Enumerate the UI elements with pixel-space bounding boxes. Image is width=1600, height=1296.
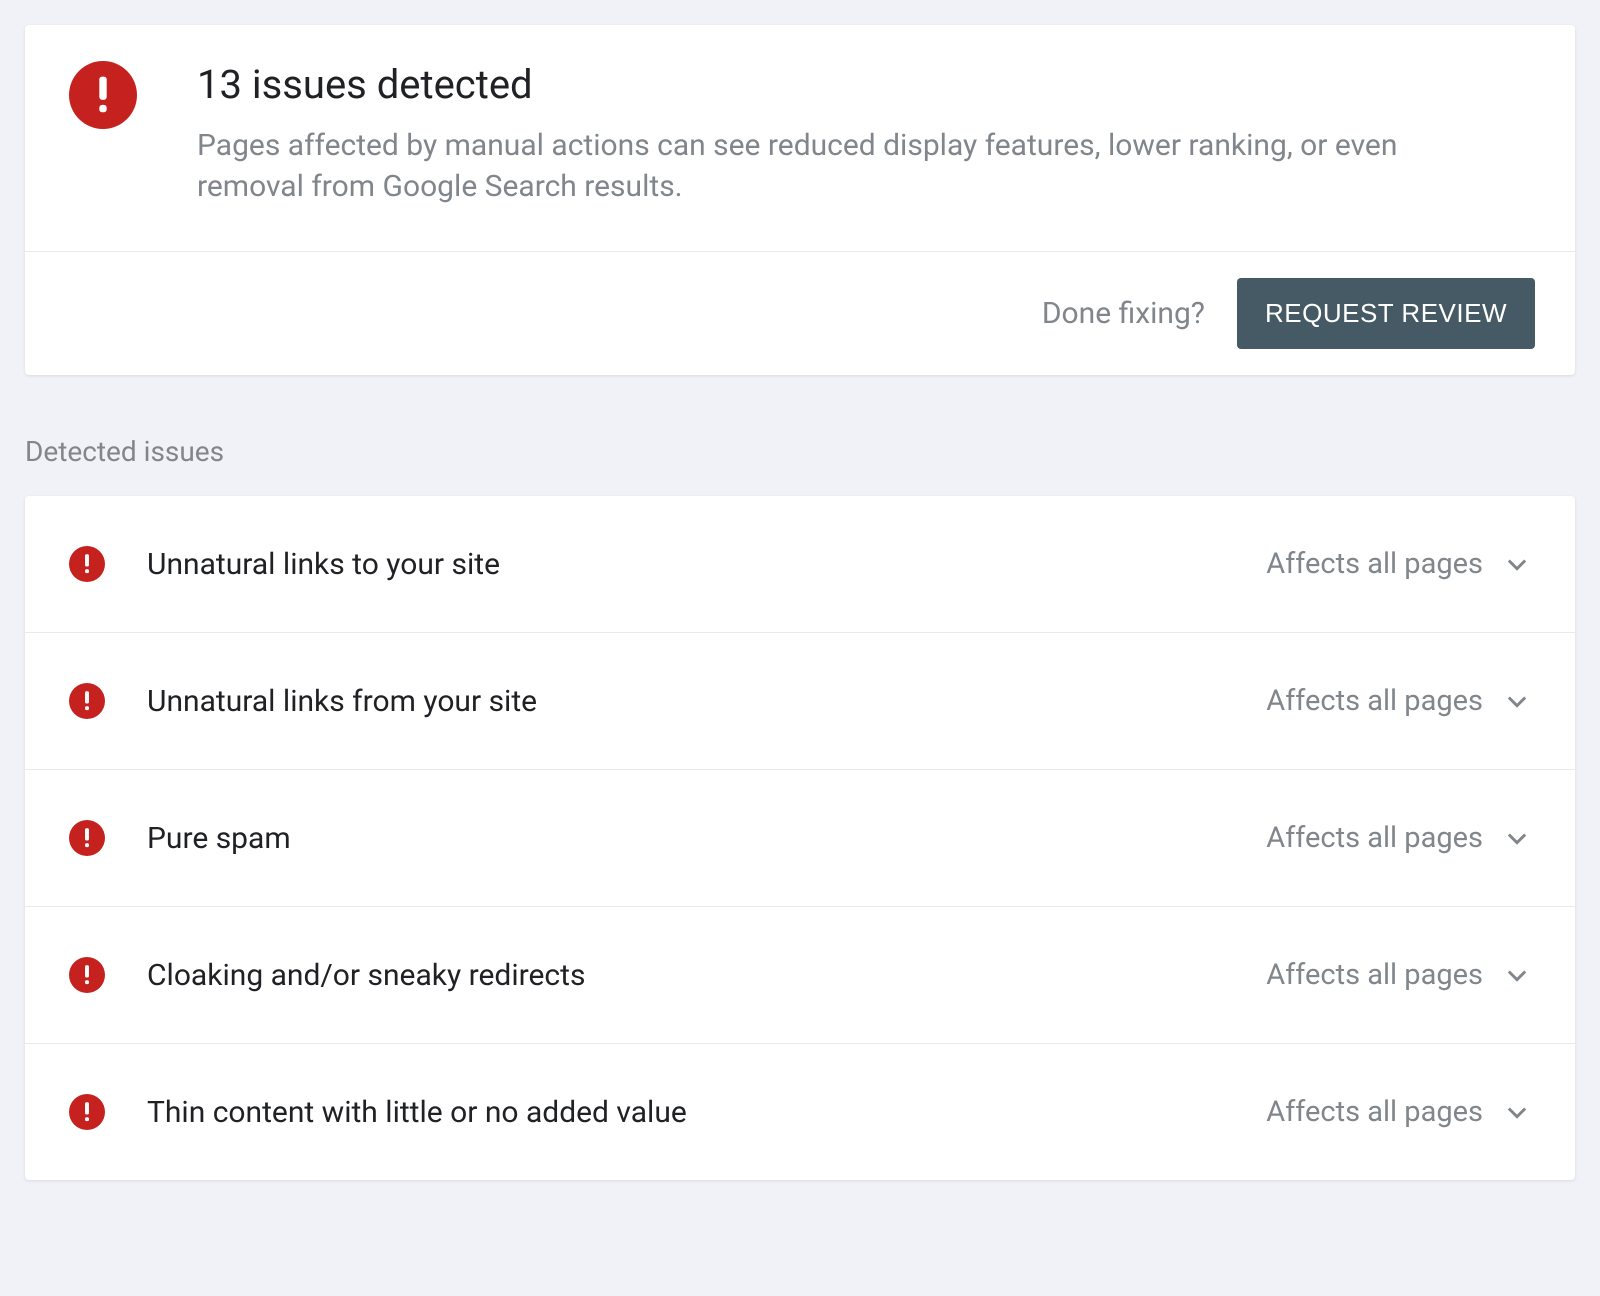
alert-icon <box>69 546 105 582</box>
issue-row[interactable]: Thin content with little or no added val… <box>25 1044 1575 1180</box>
alert-icon <box>69 683 105 719</box>
summary-text: 13 issues detected Pages affected by man… <box>197 61 1477 207</box>
issue-scope: Affects all pages <box>1266 684 1483 718</box>
issue-row[interactable]: Unnatural links from your site Affects a… <box>25 633 1575 770</box>
issue-scope: Affects all pages <box>1266 958 1483 992</box>
summary-card: 13 issues detected Pages affected by man… <box>25 25 1575 375</box>
alert-icon <box>69 820 105 856</box>
summary-actions: Done fixing? REQUEST REVIEW <box>25 252 1575 375</box>
summary-top: 13 issues detected Pages affected by man… <box>25 25 1575 252</box>
issue-title: Pure spam <box>147 821 1266 856</box>
issue-row[interactable]: Unnatural links to your site Affects all… <box>25 496 1575 633</box>
issue-row[interactable]: Pure spam Affects all pages <box>25 770 1575 907</box>
issue-scope: Affects all pages <box>1266 821 1483 855</box>
done-fixing-label: Done fixing? <box>1042 296 1205 331</box>
chevron-down-icon <box>1503 824 1531 852</box>
alert-icon <box>69 957 105 993</box>
issue-title: Cloaking and/or sneaky redirects <box>147 958 1266 993</box>
chevron-down-icon <box>1503 1098 1531 1126</box>
issue-title: Unnatural links to your site <box>147 547 1266 582</box>
issue-scope: Affects all pages <box>1266 547 1483 581</box>
alert-icon <box>69 1094 105 1130</box>
summary-title: 13 issues detected <box>197 61 1477 108</box>
issue-row[interactable]: Cloaking and/or sneaky redirects Affects… <box>25 907 1575 1044</box>
chevron-down-icon <box>1503 961 1531 989</box>
chevron-down-icon <box>1503 687 1531 715</box>
chevron-down-icon <box>1503 550 1531 578</box>
issues-list: Unnatural links to your site Affects all… <box>25 496 1575 1180</box>
summary-description: Pages affected by manual actions can see… <box>197 126 1477 207</box>
detected-issues-label: Detected issues <box>25 435 1575 468</box>
issue-title: Thin content with little or no added val… <box>147 1095 1266 1130</box>
issue-scope: Affects all pages <box>1266 1095 1483 1129</box>
alert-icon <box>69 61 137 129</box>
request-review-button[interactable]: REQUEST REVIEW <box>1237 278 1535 349</box>
issue-title: Unnatural links from your site <box>147 684 1266 719</box>
